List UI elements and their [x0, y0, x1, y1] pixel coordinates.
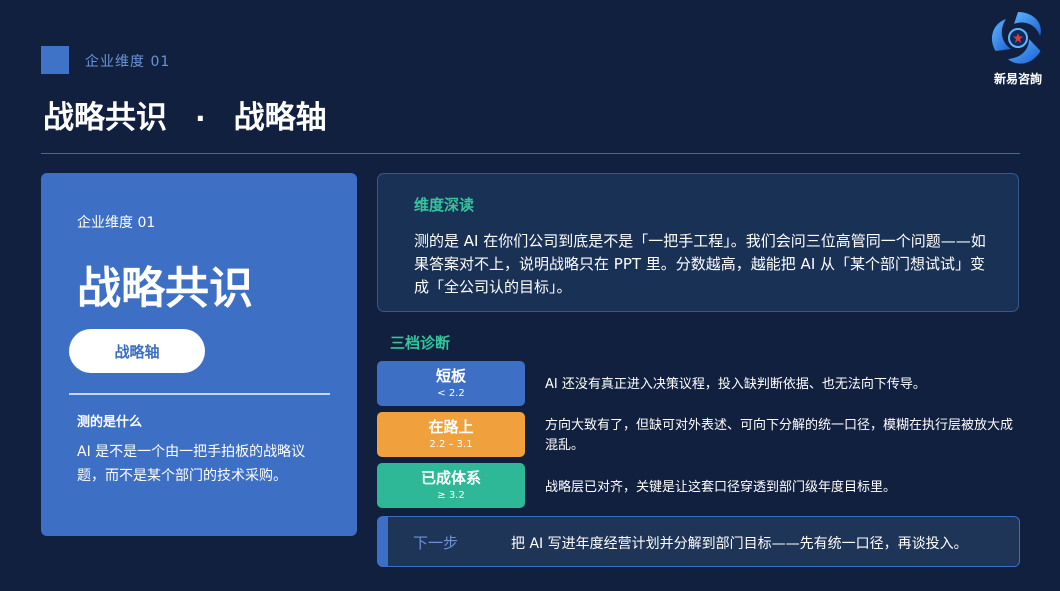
card-eyebrow: 企业维度 01	[77, 215, 156, 231]
tier-range: ≥ 3.2	[437, 490, 465, 501]
tier-description: 战略层已对齐，关键是让这套口径穿透到部门级年度目标里。	[545, 480, 897, 495]
tier-badge-weak: 短板 < 2.2	[377, 361, 525, 406]
tier-name: 已成体系	[420, 469, 481, 487]
card-divider	[69, 393, 330, 395]
next-step-accent-bar	[377, 516, 388, 567]
title-separator: ·	[195, 102, 206, 135]
tier-badge-mature: 已成体系 ≥ 3.2	[377, 463, 525, 508]
card-body: AI 是不是一个由一把手拍板的战略议题，而不是某个部门的技术采购。	[77, 444, 306, 484]
page-title: 战略共识 · 战略轴	[43, 92, 327, 137]
tier-range: 2.2 – 3.1	[429, 439, 473, 450]
page-title-main: 战略共识	[43, 100, 167, 136]
axis-pill-button[interactable]: 战略轴	[69, 329, 205, 373]
next-step-label: 下一步	[413, 534, 459, 552]
card-subheading: 测的是什么	[77, 415, 143, 430]
eyebrow-square-icon	[41, 46, 69, 74]
page-title-sub: 战略轴	[233, 100, 327, 136]
tier-name: 在路上	[428, 418, 474, 436]
tier-badge-progress: 在路上 2.2 – 3.1	[377, 412, 525, 457]
diagnosis-title: 三档诊断	[390, 334, 451, 352]
next-step-text: 把 AI 写进年度经营计划并分解到部门目标——先有统一口径，再谈投入。	[511, 536, 968, 552]
brand-name: 新易咨詢	[993, 72, 1042, 86]
tier-description: 方向大致有了，但缺可对外表述、可向下分解的统一口径，模糊在执行层被放大成混乱。	[545, 418, 1014, 453]
header-divider	[41, 153, 1020, 154]
header-eyebrow: 企业维度 01	[85, 54, 171, 70]
tier-name: 短板	[435, 367, 466, 385]
deep-read-body: 测的是 AI 在你们公司到底是不是「一把手工程」。我们会问三位高管同一个问题——…	[414, 232, 986, 296]
deep-read-title: 维度深读	[414, 196, 475, 214]
tier-range: < 2.2	[437, 388, 465, 399]
card-title: 战略共识	[77, 263, 253, 314]
tier-description: AI 还没有真正进入决策议程，投入缺判断依据、也无法向下传导。	[545, 377, 926, 392]
